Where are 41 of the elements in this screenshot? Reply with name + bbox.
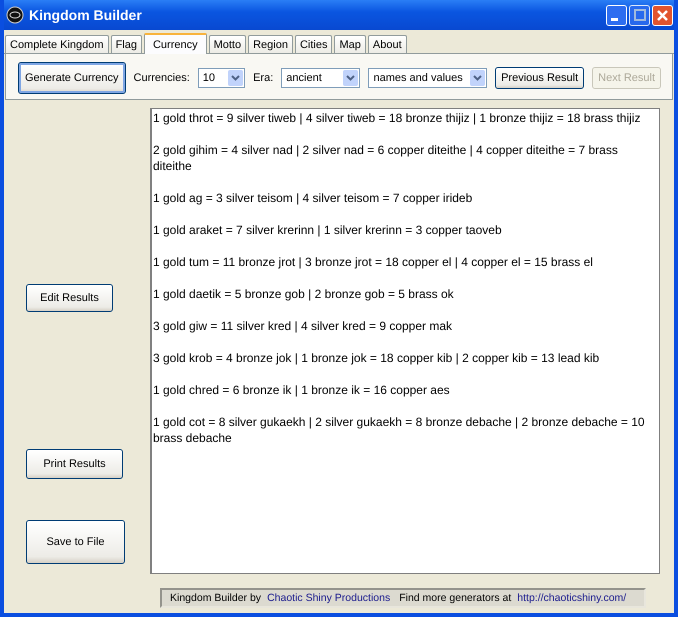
currency-result: 1 gold araket = 7 silver krerinn | 1 silver krerinn = 3 copper taoveb [153,222,503,238]
currency-result: 3 gold giw = 11 silver kred | 4 silver kred = 9 copper mak [153,318,454,334]
tab[interactable]: Cities [294,35,332,53]
result-nav-button[interactable]: Previous Result [495,67,584,89]
more-text: Find more generators at [399,592,512,604]
results-text-area[interactable] [150,108,660,574]
generate-button[interactable]: Generate Currency [18,62,126,94]
currency-result: 2 gold gihim = 4 silver nad | 2 silver nad = 6 copper diteithe | 4 copper diteithe = 7 brass diteithe [153,142,619,174]
era-dropdown[interactable]: ancient [281,68,360,88]
window-title: Kingdom Builder [29,7,143,23]
tab[interactable]: Region [248,35,293,53]
format-dropdown[interactable]: names and values [368,68,488,88]
print-results-button[interactable]: Print Results [26,449,123,479]
tab[interactable]: Currency [144,33,207,54]
website-link[interactable]: http://chaoticshiny.com/ [517,592,626,604]
currencies-dropdown[interactable]: 10 [198,68,246,88]
tab[interactable]: About [368,35,407,53]
currency-result: 1 gold ag = 3 silver teisom | 4 silver teisom = 7 copper irideb [153,190,474,206]
currency-result: 1 gold throt = 9 silver tiweb | 4 silver tiweb = 18 bronze thijiz | 1 bronze thijiz = 18 brass thijiz [153,110,642,126]
close-button[interactable] [652,4,673,26]
currency-result: 1 gold daetik = 5 bronze gob | 2 bronze gob = 5 brass ok [153,286,455,302]
tab[interactable]: Map [334,35,366,53]
maximize-icon [634,9,646,21]
minimize-button[interactable] [606,4,627,26]
tab[interactable]: Complete Kingdom [5,35,109,53]
credit-link[interactable]: Chaotic Shiny Productions [267,592,390,604]
globe-icon [6,6,24,24]
currency-result: 1 gold cot = 8 silver gukaekh | 2 silver gukaekh = 8 bronze debache | 2 bronze debache = 10 brass debache [153,414,646,446]
currencies-label: Currencies: [134,72,190,84]
tab[interactable]: Motto [208,35,246,53]
edit-results-button[interactable]: Edit Results [26,284,113,312]
currency-result: 1 gold chred = 6 bronze ik | 1 bronze ik = 16 copper aes [153,382,451,398]
currency-result: 1 gold tum = 11 bronze jrot | 3 bronze jrot = 18 copper el | 4 copper el = 15 brass el [153,254,594,270]
currency-result: 3 gold krob = 4 bronze jok | 1 bronze jok = 18 copper kib | 2 copper kib = 13 lead kib [153,350,600,366]
minimize-icon [610,18,618,21]
credit-text: Kingdom Builder by [170,592,262,604]
close-icon [657,10,668,20]
maximize-button[interactable] [629,4,650,26]
era-label: Era: [253,72,274,84]
tab[interactable]: Flag [110,35,142,53]
save-to-file-button[interactable]: Save to File [26,520,125,564]
